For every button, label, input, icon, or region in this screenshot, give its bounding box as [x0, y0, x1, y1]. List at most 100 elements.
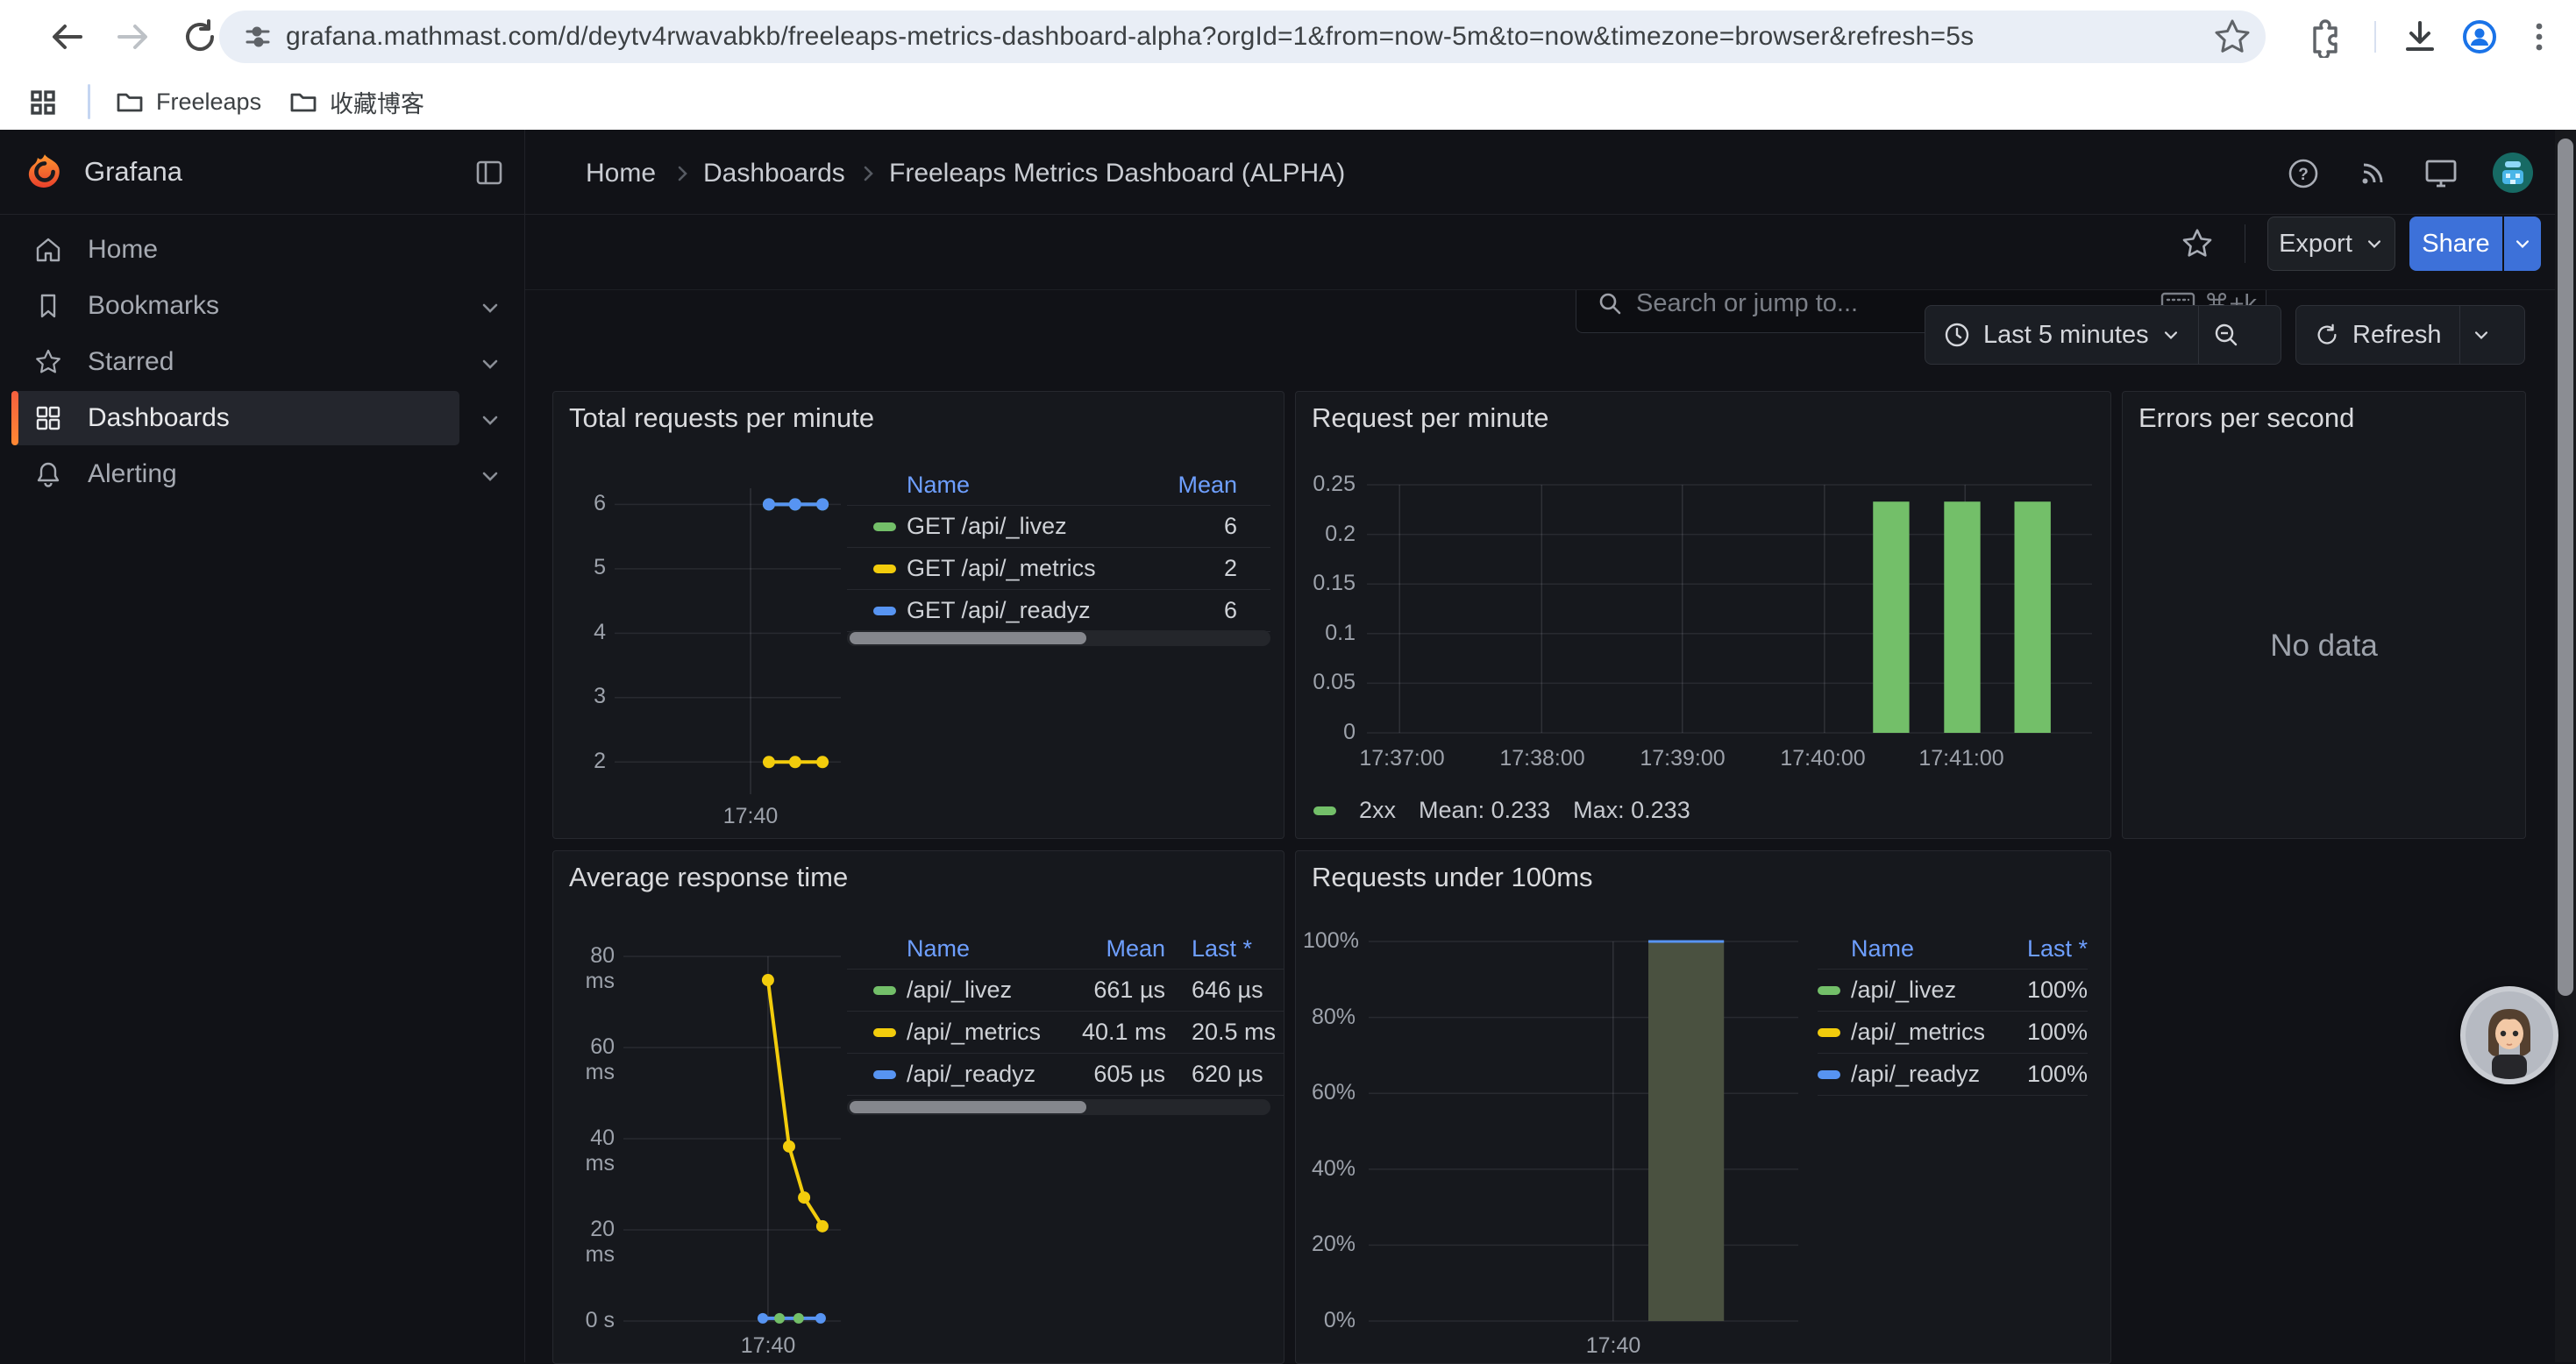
- chevron-down-icon[interactable]: [479, 465, 502, 487]
- sidebar-item-bookmarks[interactable]: Bookmarks: [0, 279, 524, 333]
- legend-col-last[interactable]: Last *: [2000, 935, 2088, 963]
- y-tick: 0.25: [1303, 472, 1356, 497]
- bookmark-label: Freeleaps: [156, 89, 261, 116]
- chevron-down-icon: [2365, 234, 2384, 253]
- bookmark-star-icon[interactable]: [2211, 16, 2253, 58]
- reload-icon[interactable]: [179, 16, 221, 58]
- refresh-interval-button[interactable]: [2460, 306, 2502, 364]
- chevron-down-icon[interactable]: [479, 352, 502, 375]
- dock-sidebar-icon[interactable]: [473, 157, 505, 188]
- legend-series-name[interactable]: GET /api/_readyz: [907, 597, 1110, 624]
- browser-toolbar: grafana.mathmast.com/d/deytv4rwavabkb/fr…: [0, 0, 2576, 74]
- site-settings-icon[interactable]: [242, 21, 274, 53]
- download-icon[interactable]: [2399, 16, 2441, 58]
- breadcrumb-home[interactable]: Home: [586, 159, 656, 188]
- panel-title[interactable]: Average response time: [569, 862, 848, 893]
- bookmark-folder-freeleaps[interactable]: Freeleaps: [105, 82, 270, 121]
- refresh-group: Refresh: [2295, 305, 2525, 365]
- news-rss-icon[interactable]: [2355, 156, 2390, 191]
- legend-col-name[interactable]: Name: [847, 935, 1082, 963]
- y-tick: 4: [553, 620, 606, 645]
- panel-average-response-time: Average response time 80 ms 60 ms 40 ms …: [552, 850, 1284, 1364]
- zoom-out-button[interactable]: [2199, 306, 2253, 364]
- legend-header: Name Last *: [1818, 928, 2088, 970]
- legend-col-name[interactable]: Name: [847, 472, 1110, 499]
- legend-mean-value: 40.1 ms: [1082, 1019, 1165, 1046]
- breadcrumb-current-dashboard[interactable]: Freeleaps Metrics Dashboard (ALPHA): [889, 159, 1345, 188]
- panel-title[interactable]: Errors per second: [2138, 402, 2354, 434]
- share-menu-button[interactable]: [2504, 217, 2541, 271]
- legend-row: GET /api/_metrics 2: [847, 548, 1270, 590]
- legend-series-name[interactable]: /api/_readyz: [907, 1061, 1082, 1088]
- x-tick: 17:41:00: [1900, 746, 2023, 771]
- refresh-button[interactable]: Refresh: [2296, 306, 2459, 364]
- help-icon[interactable]: ?: [2286, 156, 2321, 191]
- panel-title[interactable]: Total requests per minute: [569, 402, 874, 434]
- bar-chart[interactable]: [1367, 485, 2092, 733]
- legend-col-mean[interactable]: Mean: [1082, 935, 1165, 963]
- x-tick: 17:38:00: [1481, 746, 1604, 771]
- dashboards-grid-icon: [33, 403, 63, 433]
- browser-menu-icon[interactable]: [2518, 16, 2560, 58]
- grafana-header: Grafana Home Dashboards Freeleaps Metric…: [0, 130, 2576, 215]
- user-avatar[interactable]: [2493, 153, 2533, 193]
- legend-series-name[interactable]: /api/_livez: [907, 977, 1082, 1004]
- monitor-icon[interactable]: [2423, 156, 2459, 191]
- chevron-down-icon: [2472, 325, 2491, 345]
- legend-mean: Mean: 0.233: [1419, 797, 1550, 824]
- bookmark-label: 收藏博客: [330, 85, 424, 119]
- legend-col-name[interactable]: Name: [1818, 935, 2000, 963]
- back-icon[interactable]: [46, 16, 88, 58]
- star-icon: [33, 347, 63, 377]
- bookmarks-divider: [88, 84, 90, 119]
- line-chart[interactable]: [615, 488, 841, 794]
- url-bar[interactable]: grafana.mathmast.com/d/deytv4rwavabkb/fr…: [219, 11, 2266, 63]
- favorite-star-icon[interactable]: [2180, 226, 2215, 261]
- legend-series-name[interactable]: /api/_metrics: [907, 1019, 1082, 1046]
- legend-series-name[interactable]: /api/_readyz: [1851, 1061, 2000, 1088]
- chevron-down-icon[interactable]: [479, 408, 502, 431]
- y-tick: 0 s: [562, 1308, 615, 1333]
- breadcrumb-dashboards[interactable]: Dashboards: [703, 159, 845, 188]
- sidebar-item-home[interactable]: Home: [0, 223, 524, 277]
- extensions-icon[interactable]: [2302, 16, 2345, 58]
- bar-chart[interactable]: [1369, 941, 1798, 1321]
- page-scrollbar-thumb[interactable]: [2558, 139, 2573, 996]
- apps-grid-icon[interactable]: [26, 86, 60, 119]
- legend-col-mean[interactable]: Mean: [1110, 472, 1270, 499]
- chevron-down-icon[interactable]: [479, 296, 502, 319]
- panel-title[interactable]: Requests under 100ms: [1312, 862, 1593, 893]
- panel-errors-per-second: Errors per second No data: [2122, 391, 2526, 839]
- x-tick: 17:37:00: [1341, 746, 1463, 771]
- grafana-logo[interactable]: [25, 152, 65, 192]
- assistant-avatar[interactable]: [2460, 986, 2558, 1084]
- legend-col-last[interactable]: Last *: [1165, 935, 1284, 963]
- bookmark-folder-blogs[interactable]: 收藏博客: [279, 82, 433, 121]
- legend-series-name[interactable]: GET /api/_livez: [907, 513, 1110, 540]
- legend-series-name[interactable]: /api/_livez: [1851, 977, 2000, 1004]
- brand-label[interactable]: Grafana: [84, 156, 182, 188]
- legend-series-name[interactable]: 2xx: [1359, 797, 1396, 824]
- export-button[interactable]: Export: [2267, 217, 2395, 271]
- legend-header: Name Mean: [847, 465, 1270, 506]
- legend-scrollbar[interactable]: [847, 1099, 1270, 1115]
- legend-mean-value: 6: [1110, 513, 1270, 540]
- sidebar-item-starred[interactable]: Starred: [0, 335, 524, 389]
- forward-icon[interactable]: [112, 16, 154, 58]
- series-swatch: [873, 565, 896, 573]
- series-swatch: [1313, 806, 1336, 815]
- legend-scrollbar[interactable]: [847, 630, 1270, 646]
- panel-title[interactable]: Request per minute: [1312, 402, 1549, 434]
- legend-series-name[interactable]: GET /api/_metrics: [907, 555, 1110, 582]
- profile-icon[interactable]: [2459, 16, 2501, 58]
- share-button[interactable]: Share: [2409, 217, 2502, 271]
- y-tick: 80%: [1303, 1005, 1356, 1030]
- time-range-picker[interactable]: Last 5 minutes: [1925, 306, 2198, 364]
- series-swatch: [873, 986, 896, 995]
- line-chart[interactable]: [623, 956, 841, 1321]
- y-tick: 2: [553, 749, 606, 774]
- legend-series-name[interactable]: /api/_metrics: [1851, 1019, 2000, 1046]
- legend-inline[interactable]: 2xx Mean: 0.233 Max: 0.233: [1313, 797, 1690, 824]
- sidebar-item-dashboards[interactable]: Dashboards: [0, 391, 524, 445]
- sidebar-item-alerting[interactable]: Alerting: [0, 447, 524, 501]
